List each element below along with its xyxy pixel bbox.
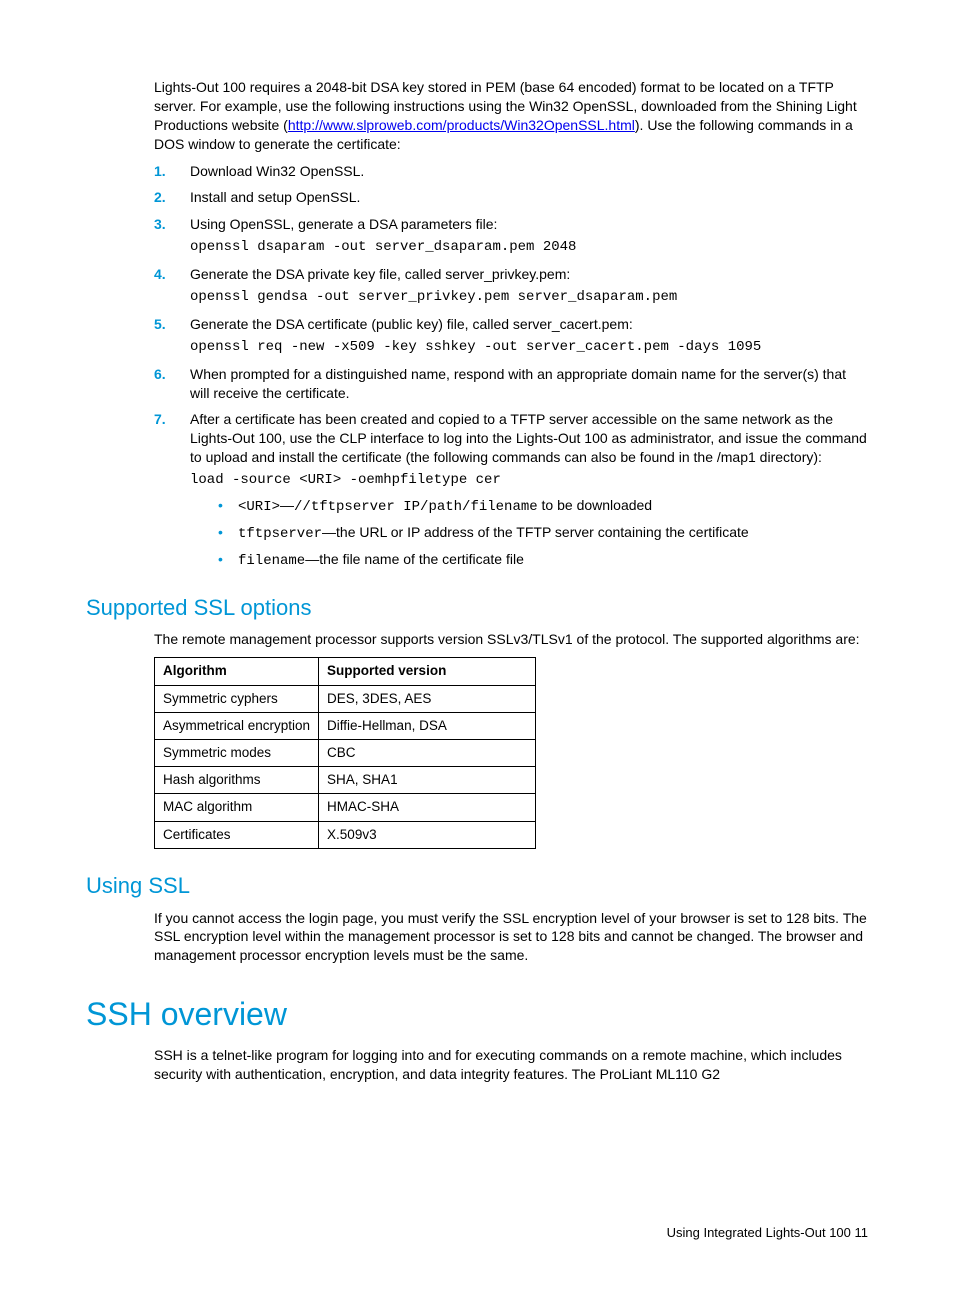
openssl-link[interactable]: http://www.slproweb.com/products/Win32Op… — [288, 117, 635, 133]
table-row: CertificatesX.509v3 — [155, 821, 536, 848]
bullet-sep: — — [280, 497, 294, 513]
step-5: 5. Generate the DSA certificate (public … — [154, 315, 868, 357]
bullet-uri: <URI>—//tftpserver IP/path/filename to b… — [218, 496, 868, 517]
step-text: Generate the DSA certificate (public key… — [190, 316, 633, 332]
table-cell: DES, 3DES, AES — [319, 685, 536, 712]
step-number: 4. — [154, 265, 166, 284]
bullet-code: <URI> — [238, 499, 280, 515]
step-text: Generate the DSA private key file, calle… — [190, 266, 570, 282]
intro-paragraph: Lights-Out 100 requires a 2048-bit DSA k… — [154, 78, 868, 154]
bullet-filename: filename—the file name of the certificat… — [218, 550, 868, 571]
step-text: Using OpenSSL, generate a DSA parameters… — [190, 216, 497, 232]
using-ssl-heading: Using SSL — [86, 871, 868, 901]
step-text: Download Win32 OpenSSL. — [190, 163, 364, 179]
bullet-rest: —the file name of the certificate file — [305, 551, 524, 567]
step-text: When prompted for a distinguished name, … — [190, 366, 846, 401]
step-code: load -source <URI> -oemhpfiletype cer — [190, 471, 868, 490]
table-row: MAC algorithmHMAC-SHA — [155, 794, 536, 821]
ssh-overview-heading: SSH overview — [86, 993, 868, 1036]
page-footer: Using Integrated Lights-Out 100 11 — [86, 1224, 868, 1242]
algorithm-table: Algorithm Supported version Symmetric cy… — [154, 657, 536, 849]
table-cell: X.509v3 — [319, 821, 536, 848]
step-1: 1. Download Win32 OpenSSL. — [154, 162, 868, 181]
table-cell: SHA, SHA1 — [319, 767, 536, 794]
step-2: 2. Install and setup OpenSSL. — [154, 188, 868, 207]
step-text: Install and setup OpenSSL. — [190, 189, 360, 205]
step-number: 5. — [154, 315, 166, 334]
table-cell: Asymmetrical encryption — [155, 712, 319, 739]
table-row: Asymmetrical encryptionDiffie-Hellman, D… — [155, 712, 536, 739]
step-6: 6. When prompted for a distinguished nam… — [154, 365, 868, 403]
table-header-row: Algorithm Supported version — [155, 658, 536, 685]
bullet-code: tftpserver — [238, 526, 322, 542]
step-4: 4. Generate the DSA private key file, ca… — [154, 265, 868, 307]
table-cell: CBC — [319, 739, 536, 766]
sub-bullet-list: <URI>—//tftpserver IP/path/filename to b… — [218, 496, 868, 571]
supported-ssl-options-heading: Supported SSL options — [86, 593, 868, 623]
table-row: Symmetric modesCBC — [155, 739, 536, 766]
table-cell: Diffie-Hellman, DSA — [319, 712, 536, 739]
table-header: Algorithm — [155, 658, 319, 685]
bullet-code: filename — [238, 553, 305, 569]
step-3: 3. Using OpenSSL, generate a DSA paramet… — [154, 215, 868, 257]
table-cell: Certificates — [155, 821, 319, 848]
ssh-overview-paragraph: SSH is a telnet-like program for logging… — [154, 1046, 868, 1084]
step-text: After a certificate has been created and… — [190, 411, 867, 465]
table-cell: Hash algorithms — [155, 767, 319, 794]
table-header: Supported version — [319, 658, 536, 685]
step-code: openssl gendsa -out server_privkey.pem s… — [190, 288, 868, 307]
bullet-rest: to be downloaded — [538, 497, 652, 513]
table-row: Symmetric cyphersDES, 3DES, AES — [155, 685, 536, 712]
bullet-code2: //tftpserver IP/path/filename — [294, 499, 538, 515]
step-code: openssl dsaparam -out server_dsaparam.pe… — [190, 238, 868, 257]
step-number: 2. — [154, 188, 166, 207]
bullet-tftpserver: tftpserver—the URL or IP address of the … — [218, 523, 868, 544]
table-cell: HMAC-SHA — [319, 794, 536, 821]
step-number: 1. — [154, 162, 166, 181]
step-7: 7. After a certificate has been created … — [154, 410, 868, 570]
table-cell: MAC algorithm — [155, 794, 319, 821]
using-ssl-paragraph: If you cannot access the login page, you… — [154, 909, 868, 966]
table-cell: Symmetric cyphers — [155, 685, 319, 712]
ssl-options-paragraph: The remote management processor supports… — [154, 630, 868, 649]
step-number: 6. — [154, 365, 166, 384]
step-code: openssl req -new -x509 -key sshkey -out … — [190, 338, 868, 357]
table-cell: Symmetric modes — [155, 739, 319, 766]
table-row: Hash algorithmsSHA, SHA1 — [155, 767, 536, 794]
step-number: 3. — [154, 215, 166, 234]
instruction-list: 1. Download Win32 OpenSSL. 2. Install an… — [86, 162, 868, 571]
step-number: 7. — [154, 410, 166, 429]
bullet-rest: —the URL or IP address of the TFTP serve… — [322, 524, 749, 540]
